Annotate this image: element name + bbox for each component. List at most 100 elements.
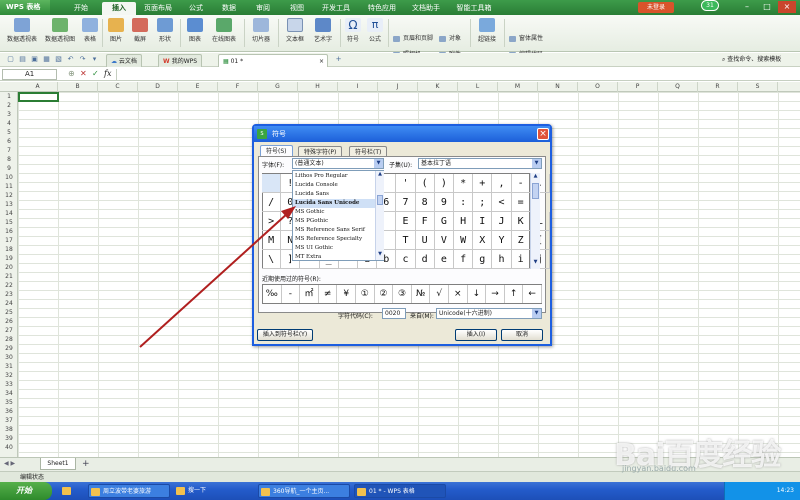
row-header[interactable]: 12 (0, 191, 18, 200)
row-header[interactable]: 8 (0, 155, 18, 164)
row-header[interactable]: 10 (0, 173, 18, 182)
cancel-button[interactable]: 取消 (501, 329, 543, 341)
row-header[interactable]: 29 (0, 344, 18, 353)
search-commands[interactable]: ⌕ 查找命令、搜索模板 (722, 55, 781, 65)
open-folder-icon[interactable]: ▤ (18, 55, 27, 64)
subset-combobox[interactable]: 基本拉丁语 ▼ (418, 158, 542, 169)
symbol-cell[interactable]: F (415, 212, 435, 231)
tab-cloud-docs[interactable]: ☁ 云文档 (106, 54, 142, 67)
symbol-cell[interactable]: - (511, 174, 531, 193)
screenshot-button[interactable]: 截屏 (130, 16, 150, 50)
symbol-cell[interactable]: ; (473, 193, 493, 212)
column-header[interactable]: B (58, 82, 98, 92)
redo-icon[interactable]: ↷ (78, 55, 87, 64)
object-button[interactable]: 对象 (438, 34, 461, 44)
sheet-tab-sheet1[interactable]: Sheet1 (40, 458, 76, 470)
row-header[interactable]: 31 (0, 362, 18, 371)
symbol-cell[interactable]: < (492, 193, 512, 212)
minimize-icon[interactable]: – (738, 1, 756, 13)
tab-home[interactable]: 开始 (64, 2, 98, 15)
scroll-thumb[interactable] (532, 183, 539, 199)
tab-document-01[interactable]: ▦ 01 * × (218, 54, 328, 67)
form-properties-button[interactable]: 窗体属性 (508, 34, 543, 44)
column-header[interactable]: P (618, 82, 658, 92)
row-header[interactable]: 9 (0, 164, 18, 173)
recent-symbol-cell[interactable]: ↑ (505, 285, 524, 303)
start-button[interactable]: 开始 (0, 482, 52, 500)
scroll-thumb[interactable] (377, 195, 383, 205)
column-header[interactable]: Q (658, 82, 698, 92)
row-header[interactable]: 30 (0, 353, 18, 362)
row-header[interactable]: 11 (0, 182, 18, 191)
tab-page-layout[interactable]: 页面布局 (138, 2, 178, 15)
scroll-down-icon[interactable]: ▼ (531, 259, 540, 268)
close-icon[interactable]: × (778, 1, 796, 13)
symbol-cell[interactable]: ) (434, 174, 454, 193)
row-header[interactable]: 24 (0, 299, 18, 308)
chart-button[interactable]: 图表 (184, 16, 206, 50)
scroll-up-icon[interactable]: ▲ (376, 171, 384, 179)
column-header[interactable]: H (298, 82, 338, 92)
column-header[interactable]: O (578, 82, 618, 92)
preview-icon[interactable]: ▧ (54, 55, 63, 64)
symbol-button[interactable]: Ω 符号 (342, 16, 364, 50)
tab-data[interactable]: 数据 (214, 2, 244, 15)
recent-symbol-cell[interactable]: № (412, 285, 431, 303)
row-header[interactable]: 5 (0, 128, 18, 137)
art-word-button[interactable]: 艺术字 (310, 16, 336, 50)
row-header[interactable]: 28 (0, 335, 18, 344)
symbol-cell[interactable]: 9 (434, 193, 454, 212)
row-header[interactable]: 20 (0, 263, 18, 272)
recent-symbol-cell[interactable]: ↓ (468, 285, 487, 303)
symbol-cell[interactable]: J (492, 212, 512, 231)
char-code-input[interactable]: 0020 (382, 308, 406, 319)
add-sheet-button[interactable]: + (82, 458, 90, 470)
print-icon[interactable]: ▦ (42, 55, 51, 64)
name-box[interactable]: A1 (2, 69, 57, 80)
column-header[interactable]: D (138, 82, 178, 92)
online-chart-button[interactable]: 在线图表 (208, 16, 240, 50)
font-option[interactable]: MS Reference Specialty (293, 235, 375, 244)
row-header[interactable]: 26 (0, 317, 18, 326)
font-option[interactable]: Lucida Sans (293, 190, 375, 199)
symbol-cell[interactable]: K (511, 212, 531, 231)
column-header[interactable]: F (218, 82, 258, 92)
row-header[interactable]: 22 (0, 281, 18, 290)
column-header[interactable]: E (178, 82, 218, 92)
symbol-cell[interactable]: i (511, 250, 531, 269)
row-header[interactable]: 15 (0, 218, 18, 227)
recent-symbol-cell[interactable]: → (486, 285, 505, 303)
cancel-entry-icon[interactable]: ✕ (80, 69, 87, 78)
recent-symbol-cell[interactable]: - (282, 285, 301, 303)
save-icon[interactable]: ▣ (30, 55, 39, 64)
symbol-cell[interactable]: V (434, 231, 454, 250)
row-header[interactable]: 38 (0, 425, 18, 434)
symbol-cell[interactable]: f (454, 250, 474, 269)
sheet-nav-icon[interactable]: ◀ ▶ (4, 460, 15, 467)
row-header[interactable]: 35 (0, 398, 18, 407)
symbol-cell[interactable]: \ (262, 250, 282, 269)
column-header[interactable]: M (498, 82, 538, 92)
new-file-icon[interactable]: ▢ (6, 55, 15, 64)
row-header[interactable]: 33 (0, 380, 18, 389)
symbol-cell[interactable]: c (396, 250, 416, 269)
row-header[interactable]: 7 (0, 146, 18, 155)
zoom-icon[interactable]: ⊕ (68, 69, 75, 78)
row-header[interactable]: 17 (0, 236, 18, 245)
symbol-cell[interactable]: = (511, 193, 531, 212)
formula-button[interactable]: π 公式 (366, 16, 384, 50)
clock[interactable]: 14:23 (777, 487, 794, 494)
font-option[interactable]: Lithos Pro Regular (293, 172, 375, 181)
chevron-down-icon[interactable]: ▼ (532, 159, 541, 168)
tab-formulas[interactable]: 公式 (182, 2, 210, 15)
tab-developer[interactable]: 开发工具 (316, 2, 356, 15)
notification-badge[interactable]: 31 (701, 0, 719, 11)
taskbar-item-browser-travel[interactable]: 周立波带老婆旅游 (88, 484, 170, 498)
font-option-selected[interactable]: Lucida Sans Unicode (293, 199, 375, 208)
insert-function-button[interactable]: fx (104, 69, 111, 78)
symbol-cell[interactable]: G (434, 212, 454, 231)
symbol-cell[interactable]: + (473, 174, 493, 193)
column-header[interactable]: G (258, 82, 298, 92)
text-box-button[interactable]: 文本框 (282, 16, 308, 50)
font-option[interactable]: MS UI Gothic (293, 244, 375, 253)
